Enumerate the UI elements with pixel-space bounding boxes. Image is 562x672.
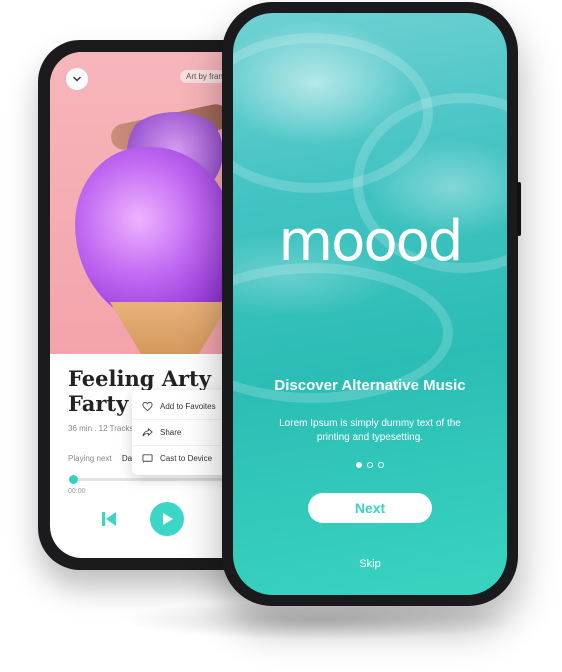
page-dot[interactable] (367, 462, 373, 468)
elapsed-time: 00:00 (68, 488, 86, 495)
skip-previous-icon (102, 512, 116, 526)
art-cone (110, 302, 230, 354)
playing-next-value: Da (121, 454, 133, 463)
playing-next: Playing next Da (68, 454, 132, 463)
front-phone: moood Discover Alternative Music Lorem I… (222, 2, 521, 606)
page-dot[interactable] (356, 462, 362, 468)
onboarding-description: Lorem Ipsum is simply dummy text of the … (279, 418, 461, 443)
cast-icon (140, 452, 154, 466)
skip-link[interactable]: Skip (233, 558, 507, 570)
page-dot[interactable] (378, 462, 384, 468)
menu-item-label: Share (160, 428, 182, 437)
app-logo: moood (278, 209, 464, 274)
onboarding-screen: moood Discover Alternative Music Lorem I… (233, 13, 507, 595)
album-meta: 36 min . 12 Tracks (68, 424, 134, 433)
next-button[interactable]: Next (308, 493, 432, 523)
heart-icon (140, 400, 154, 414)
progress-knob[interactable] (69, 475, 78, 484)
play-button[interactable] (150, 502, 184, 536)
playing-next-label: Playing next (68, 454, 112, 463)
previous-button[interactable] (98, 508, 120, 530)
chevron-down-icon (73, 76, 81, 82)
collapse-button[interactable] (66, 68, 88, 90)
menu-item-label: Add to Favoites (160, 402, 216, 411)
progress-bar[interactable] (69, 475, 242, 484)
onboarding-headline: Discover Alternative Music (274, 377, 466, 394)
song-title-line1: Feeling Arty (68, 366, 211, 391)
floor-shadow (120, 600, 520, 640)
play-icon (163, 513, 173, 525)
menu-item-label: Cast to Device (160, 454, 213, 463)
page-indicator (233, 462, 507, 468)
side-button (517, 182, 521, 236)
share-icon (140, 426, 154, 440)
